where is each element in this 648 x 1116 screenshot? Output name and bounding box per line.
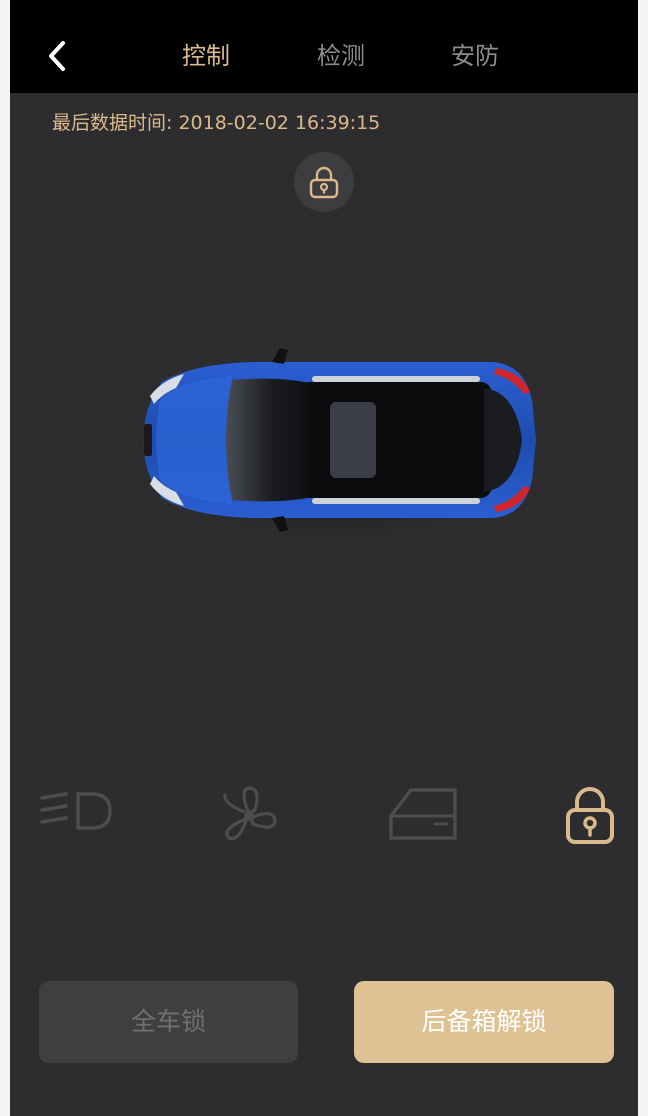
lock-icon: [566, 787, 614, 844]
lock-all-button[interactable]: 全车锁: [39, 981, 298, 1063]
timestamp-label: 最后数据时间:: [52, 112, 173, 134]
headlight-icon: [40, 792, 112, 830]
unlock-trunk-button[interactable]: 后备箱解锁: [354, 981, 614, 1063]
app-container: 控制 检测 安防 最后数据时间: 2018-02-02 16:39:15 全车锁…: [10, 0, 638, 1116]
top-nav-bar: 控制 检测 安防: [10, 0, 638, 93]
lock-button[interactable]: [550, 780, 630, 850]
fan-icon: [223, 786, 277, 841]
timestamp-value: 2018-02-02 16:39:15: [178, 112, 381, 134]
lock-status-indicator: [294, 152, 354, 212]
tab-bar: 控制 检测 安防: [10, 36, 638, 76]
last-data-time: 最后数据时间: 2018-02-02 16:39:15: [52, 108, 380, 135]
door-button[interactable]: [383, 780, 463, 850]
car-top-view: [132, 340, 542, 544]
screen: 控制 检测 安防 最后数据时间: 2018-02-02 16:39:15 全车锁…: [0, 0, 648, 1116]
fan-button[interactable]: [209, 780, 289, 850]
control-row: [10, 780, 638, 850]
tab-detection[interactable]: 检测: [281, 36, 401, 76]
headlight-button[interactable]: [36, 780, 116, 850]
car-door-icon: [389, 788, 457, 840]
tab-security[interactable]: 安防: [415, 36, 535, 76]
tab-control[interactable]: 控制: [146, 36, 266, 76]
lock-icon: [309, 166, 339, 199]
